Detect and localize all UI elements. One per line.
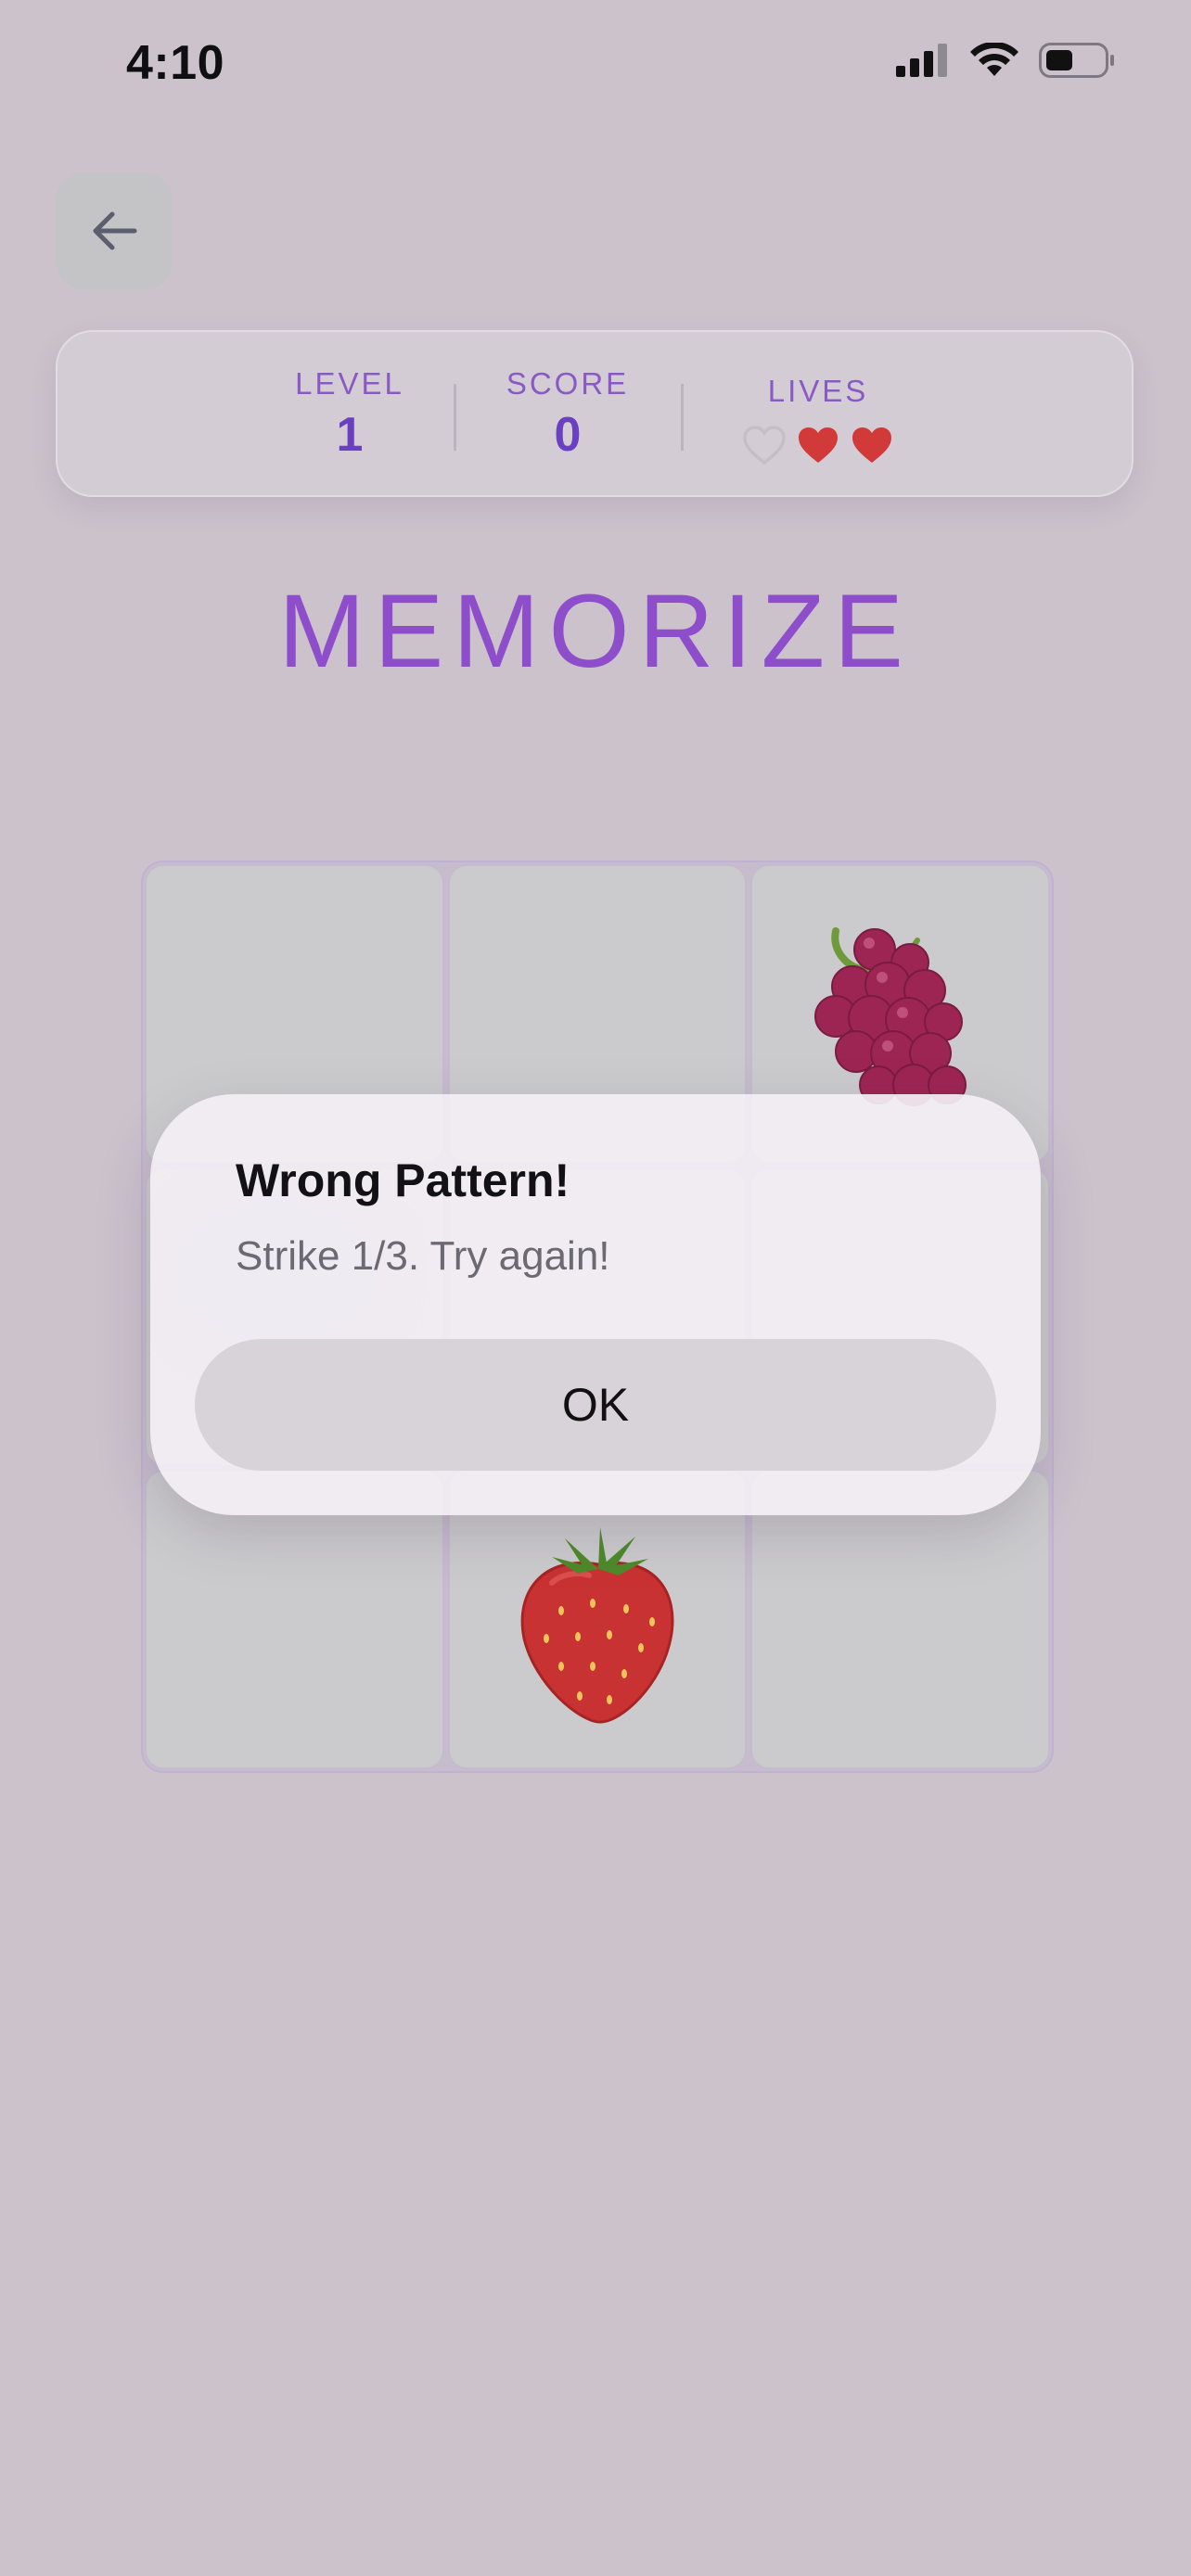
lives-label: LIVES [767,374,869,408]
level-stat: LEVEL 1 [289,365,410,464]
status-bar: 4:10 [0,0,1191,139]
score-label: SCORE [506,366,630,401]
status-time: 4:10 [126,36,225,90]
lives-stat: LIVES [735,373,902,465]
level-value: 1 [336,408,364,462]
back-button[interactable] [56,172,173,289]
arrow-left-icon [93,211,137,250]
battery-icon [1039,43,1114,78]
cellular-signal-icon [896,44,947,77]
wifi-icon [970,43,1018,76]
heart-empty-icon [743,426,786,465]
level-label: LEVEL [295,366,404,401]
alert-message: Strike 1/3. Try again! [236,1233,610,1279]
status-icons [896,43,1115,78]
heart-full-icon [799,427,838,463]
ok-button[interactable]: OK [195,1339,996,1471]
stats-divider [681,384,684,451]
strawberry-icon [520,1527,674,1724]
score-value: 0 [554,408,582,462]
wrong-pattern-alert: Wrong Pattern! Strike 1/3. Try again! OK [150,1094,1041,1515]
phase-title: MEMORIZE [278,573,913,689]
heart-full-icon [852,427,891,463]
stats-divider [454,384,456,451]
score-stat: SCORE 0 [503,365,633,464]
lives-hearts [735,425,902,465]
alert-title: Wrong Pattern! [236,1154,570,1206]
stats-card: LEVEL 1 SCORE 0 LIVES [56,330,1133,497]
